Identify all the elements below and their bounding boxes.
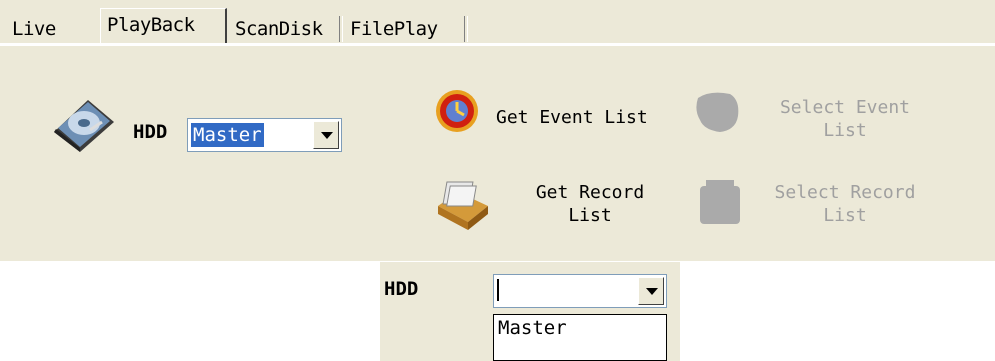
detail-hdd-label: HDD [384,278,419,300]
tab-divider [464,16,468,42]
select-record-list-button[interactable]: Select Record List [755,181,935,227]
get-record-line2: List [568,205,612,226]
get-event-list-button[interactable]: Get Event List [496,106,676,129]
chevron-down-icon[interactable] [638,277,664,305]
hard-disk-icon [54,100,114,152]
select-event-line2: List [823,120,867,141]
select-record-line2: List [823,205,867,226]
hdd-select[interactable]: Master [187,118,342,152]
tab-scandisk[interactable]: ScanDisk [229,14,329,44]
record-list-icon[interactable] [432,176,492,232]
tab-divider [339,16,343,42]
hdd-select-value: Master [191,123,264,147]
select-event-icon [696,92,739,132]
tab-bar: Live PlayBack ScanDisk FilePlay [0,0,995,45]
get-record-line1: Get Record [535,182,645,203]
select-record-icon [700,180,740,224]
dropdown-option-master[interactable]: Master [493,314,667,361]
tab-live[interactable]: Live [6,14,62,44]
chevron-down-icon[interactable] [313,121,339,149]
select-record-line1: Select Record [774,182,916,203]
select-event-list-button[interactable]: Select Event List [755,96,935,142]
hdd-label: HDD [133,121,168,143]
playback-panel: HDD Master Get Event List Select Event L… [0,44,995,261]
tab-playback[interactable]: PlayBack [100,8,227,45]
detail-select-value [497,279,503,301]
get-record-list-button[interactable]: Get Record List [500,181,680,227]
dropdown-detail: HDD Master [380,262,680,361]
detail-hdd-select[interactable] [493,274,667,308]
tab-fileplay[interactable]: FilePlay [344,14,444,44]
select-event-line1: Select Event [779,97,911,118]
event-list-icon[interactable] [432,86,492,136]
